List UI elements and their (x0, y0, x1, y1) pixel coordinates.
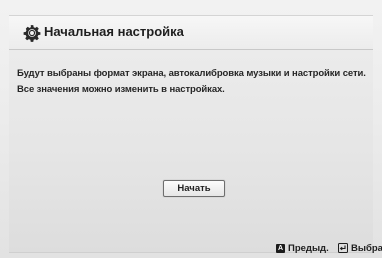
footer-select-hint[interactable]: Выбрать (338, 241, 382, 255)
message-line-2: Все значения можно изменить в настройках… (17, 84, 225, 95)
enter-icon (338, 243, 348, 253)
footer-prev-hint[interactable]: A Предыд. (276, 241, 329, 255)
setup-screen: Начальная настройка Будут выбраны формат… (0, 0, 382, 258)
start-button[interactable]: Начать (163, 180, 225, 197)
message-line-1: Будут выбраны формат экрана, автокалибро… (17, 68, 366, 79)
footer-prev-label: Предыд. (288, 242, 329, 254)
dialog-header: Начальная настройка (9, 16, 373, 50)
setup-dialog: Начальная настройка Будут выбраны формат… (9, 15, 382, 255)
a-key-icon: A (276, 243, 285, 253)
dialog-title: Начальная настройка (44, 24, 184, 39)
footer-select-label: Выбрать (351, 242, 382, 254)
gear-icon (23, 25, 41, 42)
